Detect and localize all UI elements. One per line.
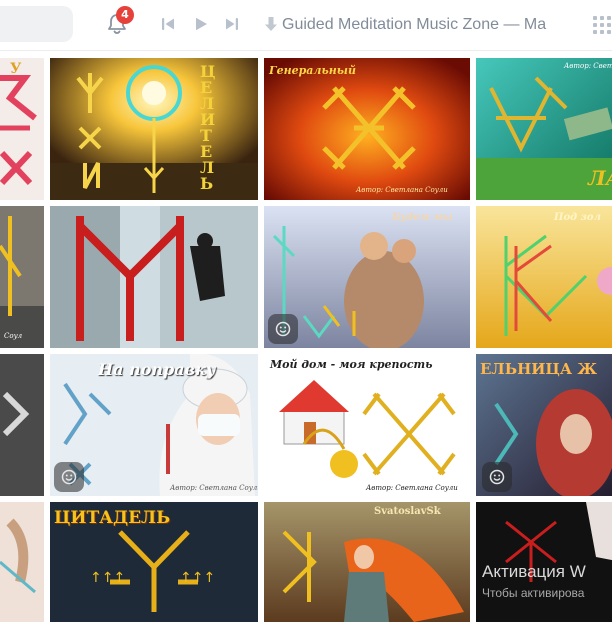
tile-caption: ЦИТАДЕЛЬ bbox=[54, 508, 171, 528]
play-icon[interactable] bbox=[193, 16, 209, 32]
image-tile-r1c1[interactable]: У bbox=[0, 58, 44, 200]
rune-image: У bbox=[0, 61, 37, 186]
rune-image bbox=[50, 58, 258, 200]
image-tile-r2c1[interactable]: Соул bbox=[0, 206, 44, 348]
tile-author: Автор: Светлана Соули bbox=[366, 484, 458, 492]
reaction-button[interactable] bbox=[268, 314, 298, 344]
top-bar: 4 Guided Meditation Music Zone — Ma bbox=[0, 0, 612, 51]
image-tile-r4c1[interactable] bbox=[0, 502, 44, 622]
image-tile-r1c4[interactable]: Автор: Свет ЛА bbox=[476, 58, 612, 200]
previous-track-icon[interactable] bbox=[160, 16, 176, 32]
image-tile-r3c1[interactable] bbox=[0, 354, 44, 496]
rune-image bbox=[50, 206, 258, 348]
rune-image bbox=[476, 206, 612, 348]
smile-icon bbox=[61, 469, 77, 485]
tile-caption: Мой дом - моя крепость bbox=[270, 358, 433, 371]
tile-side-text: ЛА bbox=[588, 166, 612, 190]
image-tile-r2c2[interactable] bbox=[50, 206, 258, 348]
tile-caption: Будем мы bbox=[392, 212, 453, 223]
now-playing-title[interactable]: Guided Meditation Music Zone — Ma bbox=[282, 14, 554, 36]
tile-caption: Автор: Свет bbox=[564, 62, 612, 70]
reaction-button[interactable] bbox=[54, 462, 84, 492]
apps-grid-icon[interactable] bbox=[593, 16, 611, 34]
tile-caption: Активация W bbox=[482, 562, 586, 581]
image-tile-r3c4[interactable]: ЕЛЬНИЦА Ж bbox=[476, 354, 612, 496]
tile-caption: ЦЕЛИТЕЛЬ bbox=[200, 62, 216, 193]
tile-caption: На поправку bbox=[98, 360, 216, 379]
image-tile-r4c3[interactable]: SvatoslavSk bbox=[264, 502, 470, 622]
image-tile-r4c2[interactable]: ↑↑↑ ↑↑↑ ЦИТАДЕЛЬ bbox=[50, 502, 258, 622]
rune-image bbox=[264, 502, 470, 622]
tile-caption: Генеральный bbox=[269, 64, 356, 77]
image-tile-r2c4[interactable]: Под зол bbox=[476, 206, 612, 348]
next-track-icon[interactable] bbox=[224, 16, 240, 32]
image-tile-r2c3[interactable]: Будем мы bbox=[264, 206, 470, 348]
image-tile-r3c2[interactable]: На поправку Автор: Светлана Соули bbox=[50, 354, 258, 496]
rune-image bbox=[0, 206, 44, 348]
svg-text:↑↑↑: ↑↑↑ bbox=[180, 570, 215, 586]
tile-caption: Под зол bbox=[554, 212, 601, 223]
rune-image bbox=[264, 58, 470, 200]
rune-image bbox=[264, 354, 470, 496]
svg-text:↑↑↑: ↑↑↑ bbox=[90, 570, 125, 586]
svg-text:У: У bbox=[10, 61, 22, 77]
smile-icon bbox=[275, 321, 291, 337]
image-tile-r4c4[interactable]: Активация W Чтобы активирова bbox=[476, 502, 612, 622]
tile-author: Соул bbox=[4, 332, 23, 340]
image-tile-r1c3[interactable]: Генеральный Автор: Светлана Соули bbox=[264, 58, 470, 200]
rune-image bbox=[0, 502, 44, 622]
tile-subcaption: Чтобы активирова bbox=[482, 586, 585, 600]
tile-caption: ЕЛЬНИЦА Ж bbox=[480, 360, 598, 378]
download-arrow-icon bbox=[265, 17, 277, 31]
tile-author: Автор: Светлана Соули bbox=[356, 186, 448, 194]
smile-icon bbox=[489, 469, 505, 485]
notification-badge: 4 bbox=[116, 6, 134, 24]
image-tile-r3c3[interactable]: Мой дом - моя крепость Автор: Светлана С… bbox=[264, 354, 470, 496]
reaction-button[interactable] bbox=[482, 462, 512, 492]
image-tile-r1c2[interactable]: ЦЕЛИТЕЛЬ bbox=[50, 58, 258, 200]
tile-author: Автор: Светлана Соули bbox=[170, 484, 258, 492]
search-input[interactable] bbox=[0, 6, 73, 42]
tile-caption: SvatoslavSk bbox=[374, 506, 441, 517]
rune-image bbox=[0, 354, 44, 496]
